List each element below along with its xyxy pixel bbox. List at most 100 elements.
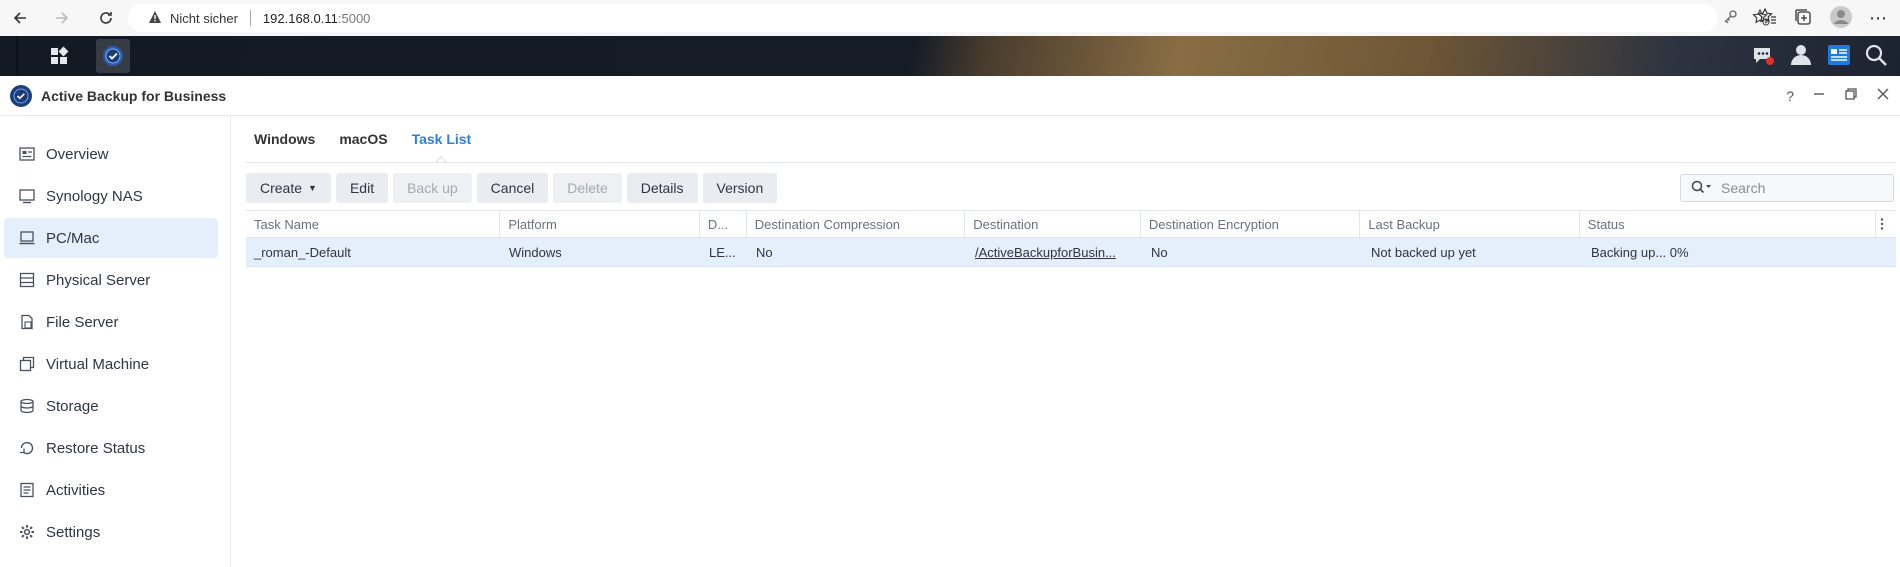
sidebar-item-restore-status[interactable]: Restore Status bbox=[4, 428, 218, 468]
sidebar-item-synology-nas[interactable]: Synology NAS bbox=[4, 176, 218, 216]
sidebar-item-label: Storage bbox=[46, 397, 99, 415]
sidebar-item-label: PC/Mac bbox=[46, 229, 100, 247]
backup-button[interactable]: Back up bbox=[393, 173, 472, 203]
tab-task-list[interactable]: Task List bbox=[412, 116, 472, 162]
cell-last-backup: Not backed up yet bbox=[1371, 244, 1476, 260]
key-icon[interactable] bbox=[1722, 9, 1738, 28]
nas-icon bbox=[18, 187, 36, 205]
task-table: Task Name Platform D... Destination Comp… bbox=[246, 210, 1896, 267]
toolbar: Create ▼ Edit Back up Cancel Delete Deta… bbox=[246, 173, 778, 203]
column-header-d[interactable]: D... bbox=[700, 211, 747, 237]
more-menu-icon[interactable]: ⋯ bbox=[1869, 8, 1888, 29]
create-button[interactable]: Create ▼ bbox=[246, 173, 331, 203]
user-icon[interactable] bbox=[1788, 42, 1814, 71]
sidebar-item-label: Settings bbox=[46, 523, 101, 541]
address-divider bbox=[249, 10, 251, 26]
cell-status: Backing up... 0% bbox=[1591, 244, 1689, 260]
search-filter-icon[interactable] bbox=[1691, 180, 1713, 197]
sidebar-item-label: Overview bbox=[46, 145, 109, 163]
details-button[interactable]: Details bbox=[626, 173, 698, 203]
sidebar-item-pc-mac[interactable]: PC/Mac bbox=[4, 218, 218, 258]
sidebar-item-physical-server[interactable]: Physical Server bbox=[4, 260, 218, 300]
column-header-destination[interactable]: Destination bbox=[965, 211, 1141, 237]
tab-macos[interactable]: macOS bbox=[339, 116, 387, 162]
main-panel: Windows macOS Task List Create ▼ Edit Ba… bbox=[232, 116, 1900, 567]
tab-bar: Windows macOS Task List bbox=[254, 116, 471, 162]
cell-destination-encryption: No bbox=[1151, 244, 1168, 260]
cell-d: LE... bbox=[709, 244, 736, 260]
tab-divider bbox=[246, 162, 1896, 163]
sidebar: Overview Synology NAS PC/Mac Physical Se… bbox=[0, 116, 231, 567]
column-header-destination-compression[interactable]: Destination Compression bbox=[747, 211, 966, 237]
sidebar-item-settings[interactable]: Settings bbox=[4, 512, 218, 552]
activities-icon bbox=[18, 481, 36, 499]
widgets-icon[interactable] bbox=[1826, 42, 1852, 71]
cell-platform: Windows bbox=[509, 244, 562, 260]
server-icon bbox=[18, 271, 36, 289]
url-host: 192.168.0.11 bbox=[262, 10, 338, 26]
sidebar-item-activities[interactable]: Activities bbox=[4, 470, 218, 510]
security-label[interactable]: Nicht sicher bbox=[170, 11, 238, 26]
close-icon[interactable] bbox=[1876, 87, 1890, 105]
sidebar-item-label: Restore Status bbox=[46, 439, 146, 457]
search-input[interactable] bbox=[1721, 180, 1871, 196]
column-header-task-name[interactable]: Task Name bbox=[246, 211, 501, 237]
storage-icon bbox=[18, 397, 36, 415]
version-button[interactable]: Version bbox=[702, 173, 778, 203]
collections-icon[interactable] bbox=[1793, 7, 1813, 30]
overview-icon bbox=[18, 145, 36, 163]
reload-icon[interactable] bbox=[94, 6, 118, 30]
table-row[interactable]: _roman_-Default Windows LE... No /Active… bbox=[246, 238, 1896, 267]
column-header-destination-encryption[interactable]: Destination Encryption bbox=[1141, 211, 1361, 237]
help-button[interactable]: ? bbox=[1786, 88, 1794, 104]
app-title: Active Backup for Business bbox=[41, 87, 227, 104]
dsm-taskbar bbox=[0, 36, 1900, 76]
search-icon[interactable] bbox=[1864, 43, 1888, 70]
restore-window-icon[interactable] bbox=[1844, 87, 1858, 105]
column-header-platform[interactable]: Platform bbox=[500, 211, 700, 237]
caret-down-icon: ▼ bbox=[308, 183, 317, 193]
favorites-icon[interactable] bbox=[1757, 7, 1777, 30]
warning-icon bbox=[148, 10, 162, 27]
sidebar-item-overview[interactable]: Overview bbox=[4, 134, 218, 174]
cell-destination-link[interactable]: /ActiveBackupforBusin... bbox=[967, 238, 1143, 266]
cell-destination-compression: No bbox=[756, 244, 773, 260]
sidebar-item-label: Virtual Machine bbox=[46, 355, 150, 373]
search-box bbox=[1680, 174, 1894, 202]
column-menu-icon[interactable] bbox=[1876, 211, 1896, 237]
sidebar-item-label: Synology NAS bbox=[46, 187, 143, 205]
cell-task-name: _roman_-Default bbox=[254, 244, 351, 260]
sidebar-item-file-server[interactable]: File Server bbox=[4, 302, 218, 342]
sidebar-item-storage[interactable]: Storage bbox=[4, 386, 218, 426]
address-bar[interactable]: Nicht sicher 192.168.0.11:5000 bbox=[128, 4, 1718, 32]
sidebar-item-label: File Server bbox=[46, 313, 119, 331]
back-arrow-icon[interactable] bbox=[8, 6, 32, 30]
column-header-last-backup[interactable]: Last Backup bbox=[1360, 211, 1580, 237]
minimize-icon[interactable] bbox=[1812, 87, 1826, 105]
create-button-label: Create bbox=[260, 180, 303, 196]
taskbar-divider bbox=[16, 36, 18, 76]
browser-toolbar: Nicht sicher 192.168.0.11:5000 ⋯ bbox=[0, 0, 1900, 36]
profile-avatar-icon[interactable] bbox=[1829, 5, 1853, 32]
cancel-button[interactable]: Cancel bbox=[476, 173, 549, 203]
main-menu-icon[interactable] bbox=[42, 39, 76, 73]
delete-button[interactable]: Delete bbox=[553, 173, 622, 203]
file-server-icon bbox=[18, 313, 36, 331]
sidebar-item-label: Physical Server bbox=[46, 271, 151, 289]
vm-icon bbox=[18, 355, 36, 373]
active-backup-app-icon[interactable] bbox=[96, 39, 130, 73]
url-port: :5000 bbox=[337, 10, 371, 26]
sidebar-item-virtual-machine[interactable]: Virtual Machine bbox=[4, 344, 218, 384]
settings-icon bbox=[18, 523, 36, 541]
table-header: Task Name Platform D... Destination Comp… bbox=[246, 210, 1896, 238]
sidebar-item-label: Activities bbox=[46, 481, 106, 499]
notifications-icon[interactable] bbox=[1750, 42, 1776, 71]
app-window-header: Active Backup for Business ? bbox=[0, 76, 1900, 116]
app-logo-icon bbox=[10, 84, 32, 107]
edit-button[interactable]: Edit bbox=[335, 173, 389, 203]
tab-windows[interactable]: Windows bbox=[254, 116, 315, 162]
column-header-status[interactable]: Status bbox=[1580, 211, 1877, 237]
restore-icon bbox=[18, 439, 36, 457]
forward-arrow-icon[interactable] bbox=[50, 6, 74, 30]
pc-icon bbox=[18, 229, 36, 247]
